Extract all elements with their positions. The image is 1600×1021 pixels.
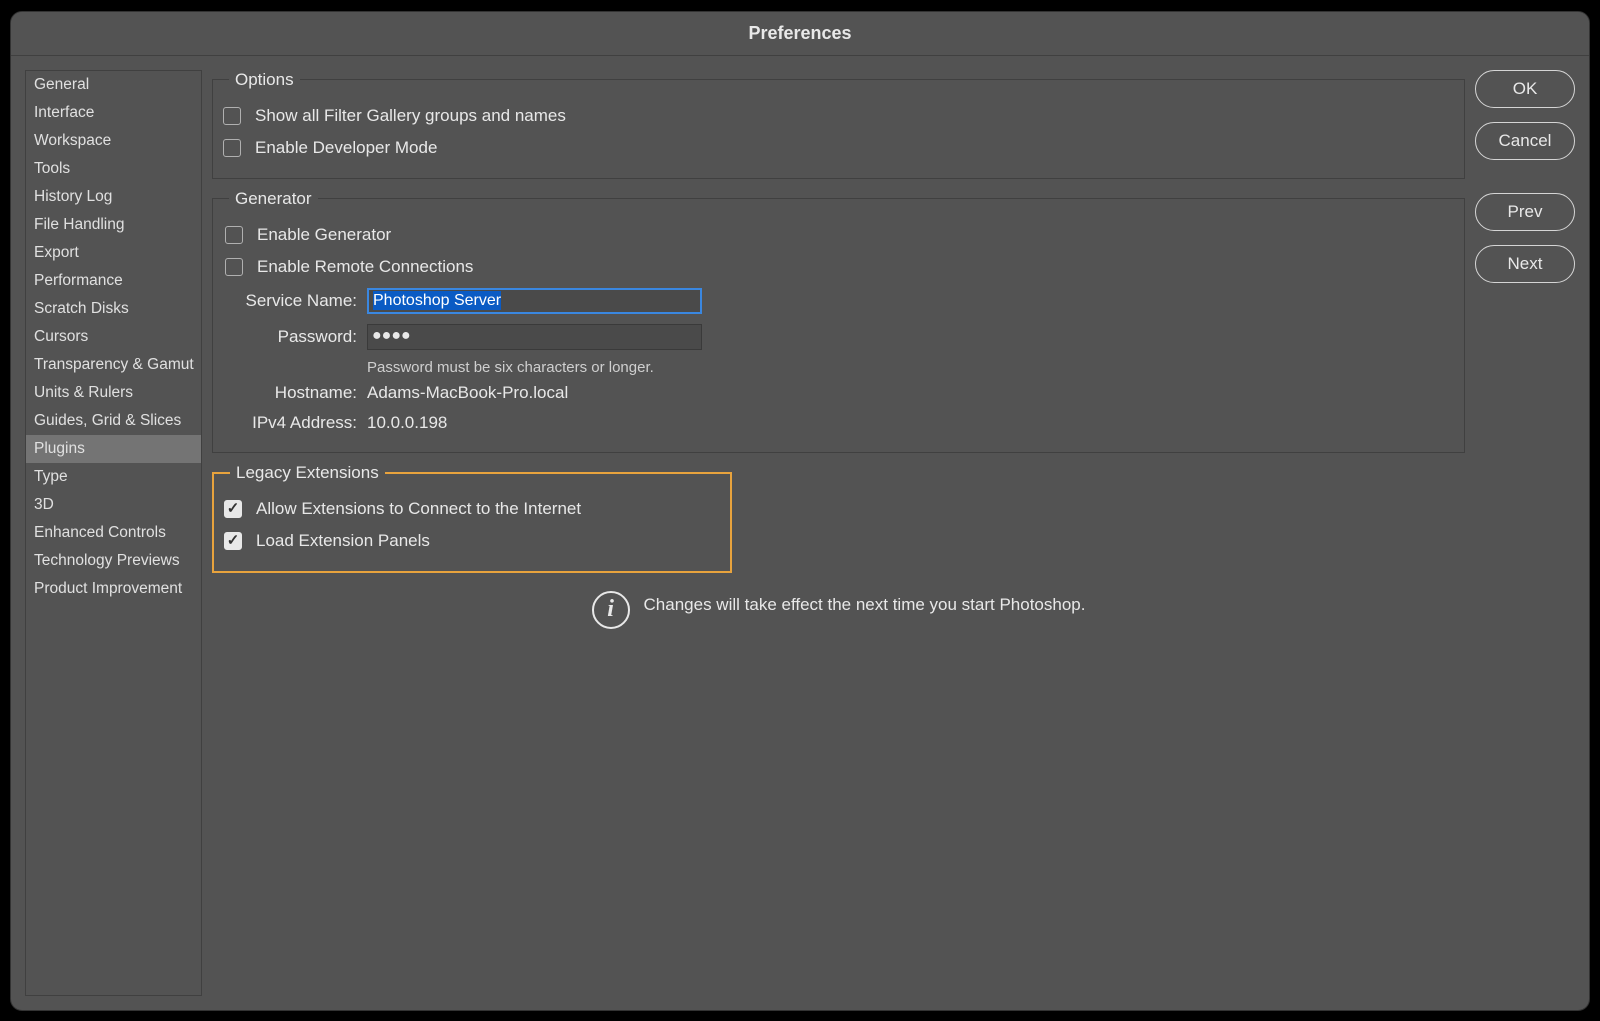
password-label: Password:	[225, 327, 367, 347]
info-text: Changes will take effect the next time y…	[644, 591, 1086, 615]
password-row: Password: ●●●●	[225, 319, 1452, 355]
sidebar-item-type[interactable]: Type	[26, 463, 201, 491]
developer-mode-label: Enable Developer Mode	[255, 138, 437, 158]
load-panels-row[interactable]: Load Extension Panels	[224, 525, 718, 557]
sidebar-item-scratch-disks[interactable]: Scratch Disks	[26, 295, 201, 323]
ok-button[interactable]: OK	[1475, 70, 1575, 108]
ipv4-label: IPv4 Address:	[225, 413, 367, 433]
window-titlebar: Preferences	[11, 12, 1589, 56]
sidebar-item-guides-grid-slices[interactable]: Guides, Grid & Slices	[26, 407, 201, 435]
preferences-window: Preferences GeneralInterfaceWorkspaceToo…	[10, 11, 1590, 1011]
hostname-label: Hostname:	[225, 383, 367, 403]
sidebar-item-export[interactable]: Export	[26, 239, 201, 267]
sidebar-item-interface[interactable]: Interface	[26, 99, 201, 127]
sidebar-item-file-handling[interactable]: File Handling	[26, 211, 201, 239]
show-filter-gallery-label: Show all Filter Gallery groups and names	[255, 106, 566, 126]
load-panels-checkbox[interactable]	[224, 532, 242, 550]
sidebar-item-product-improvement[interactable]: Product Improvement	[26, 575, 201, 603]
ipv4-value: 10.0.0.198	[367, 413, 447, 433]
options-group: Options Show all Filter Gallery groups a…	[212, 70, 1465, 179]
sidebar-item-units-rulers[interactable]: Units & Rulers	[26, 379, 201, 407]
developer-mode-checkbox[interactable]	[223, 139, 241, 157]
sidebar-item-3d[interactable]: 3D	[26, 491, 201, 519]
prev-button[interactable]: Prev	[1475, 193, 1575, 231]
allow-internet-label: Allow Extensions to Connect to the Inter…	[256, 499, 581, 519]
show-filter-gallery-row[interactable]: Show all Filter Gallery groups and names	[223, 100, 1452, 132]
legacy-legend: Legacy Extensions	[230, 463, 385, 483]
sidebar-item-transparency-gamut[interactable]: Transparency & Gamut	[26, 351, 201, 379]
enable-remote-checkbox[interactable]	[225, 258, 243, 276]
enable-generator-checkbox[interactable]	[225, 226, 243, 244]
password-hint: Password must be six characters or longe…	[367, 355, 1452, 378]
sidebar-item-technology-previews[interactable]: Technology Previews	[26, 547, 201, 575]
info-row: i Changes will take effect the next time…	[212, 583, 1465, 637]
content-area: GeneralInterfaceWorkspaceToolsHistory Lo…	[11, 56, 1589, 1010]
next-button[interactable]: Next	[1475, 245, 1575, 283]
password-input[interactable]: ●●●●	[367, 324, 702, 350]
sidebar-item-performance[interactable]: Performance	[26, 267, 201, 295]
hostname-value: Adams-MacBook-Pro.local	[367, 383, 568, 403]
sidebar-item-tools[interactable]: Tools	[26, 155, 201, 183]
info-icon: i	[592, 591, 630, 629]
load-panels-label: Load Extension Panels	[256, 531, 430, 551]
generator-legend: Generator	[229, 189, 318, 209]
sidebar-item-general[interactable]: General	[26, 71, 201, 99]
button-column: OK Cancel Prev Next	[1475, 70, 1575, 996]
developer-mode-row[interactable]: Enable Developer Mode	[223, 132, 1452, 164]
enable-remote-row[interactable]: Enable Remote Connections	[225, 251, 1452, 283]
main-panel: Options Show all Filter Gallery groups a…	[212, 70, 1465, 996]
options-legend: Options	[229, 70, 300, 90]
service-name-label: Service Name:	[225, 291, 367, 311]
legacy-extensions-group: Legacy Extensions Allow Extensions to Co…	[212, 463, 732, 573]
window-title: Preferences	[748, 23, 851, 44]
sidebar-item-history-log[interactable]: History Log	[26, 183, 201, 211]
allow-internet-checkbox[interactable]	[224, 500, 242, 518]
service-name-row: Service Name: Photoshop Server	[225, 283, 1452, 319]
sidebar-item-plugins[interactable]: Plugins	[26, 435, 201, 463]
sidebar-item-workspace[interactable]: Workspace	[26, 127, 201, 155]
hostname-row: Hostname: Adams-MacBook-Pro.local	[225, 378, 1452, 408]
sidebar-item-cursors[interactable]: Cursors	[26, 323, 201, 351]
preferences-sidebar: GeneralInterfaceWorkspaceToolsHistory Lo…	[25, 70, 202, 996]
show-filter-gallery-checkbox[interactable]	[223, 107, 241, 125]
generator-group: Generator Enable Generator Enable Remote…	[212, 189, 1465, 453]
sidebar-item-enhanced-controls[interactable]: Enhanced Controls	[26, 519, 201, 547]
enable-generator-label: Enable Generator	[257, 225, 391, 245]
enable-remote-label: Enable Remote Connections	[257, 257, 473, 277]
service-name-input[interactable]: Photoshop Server	[367, 288, 702, 314]
cancel-button[interactable]: Cancel	[1475, 122, 1575, 160]
enable-generator-row[interactable]: Enable Generator	[225, 219, 1452, 251]
ipv4-row: IPv4 Address: 10.0.0.198	[225, 408, 1452, 438]
allow-internet-row[interactable]: Allow Extensions to Connect to the Inter…	[224, 493, 718, 525]
